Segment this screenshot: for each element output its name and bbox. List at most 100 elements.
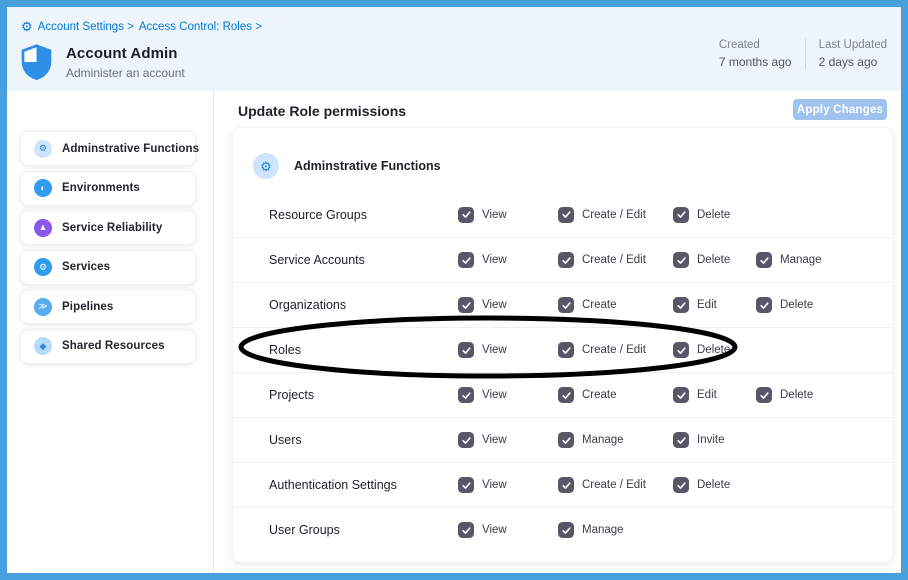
permission-label: Create xyxy=(582,299,617,311)
permission-cell: Delete xyxy=(756,297,813,313)
role-meta: Created 7 months ago Last Updated 2 days… xyxy=(706,39,887,69)
resource-label: User Groups xyxy=(269,523,340,537)
checkbox-delete[interactable] xyxy=(673,342,689,358)
permission-row-projects: ProjectsViewCreateEditDelete xyxy=(233,372,892,417)
permission-label: View xyxy=(482,299,507,311)
checkbox-edit[interactable] xyxy=(673,387,689,403)
check-icon xyxy=(461,390,472,401)
checkbox-manage[interactable] xyxy=(756,252,772,268)
permission-label: Delete xyxy=(697,209,730,221)
check-icon xyxy=(561,480,572,491)
checkbox-delete[interactable] xyxy=(756,297,772,313)
page-frame: ⚙ Account Settings > Access Control: Rol… xyxy=(0,0,908,580)
resource-label: Resource Groups xyxy=(269,208,367,222)
permission-label: Manage xyxy=(582,524,624,536)
checkbox-invite[interactable] xyxy=(673,432,689,448)
checkbox-create-edit[interactable] xyxy=(558,342,574,358)
sidebar-item-environments[interactable]: ◐Environments xyxy=(20,171,196,206)
section-header: ⚙ Adminstrative Functions xyxy=(253,153,441,179)
sidebar-item-service-reliability[interactable]: ▲Service Reliability xyxy=(20,210,196,245)
last-updated-label: Last Updated xyxy=(819,39,887,51)
permission-rows: Resource Groups View Create / Edit Delete Se… xyxy=(233,192,892,552)
permission-label: Create / Edit xyxy=(582,209,646,221)
permission-cell: Manage xyxy=(558,432,624,448)
checkbox-view[interactable] xyxy=(458,432,474,448)
checkbox-create-edit[interactable] xyxy=(558,207,574,223)
checkbox-create-edit[interactable] xyxy=(558,252,574,268)
created-value: 7 months ago xyxy=(719,55,792,69)
permission-cell: Create xyxy=(558,387,617,403)
permission-cell: Delete xyxy=(756,387,813,403)
permission-label: View xyxy=(482,209,507,221)
permission-cell: Create / Edit xyxy=(558,252,646,268)
role-shield-icon xyxy=(20,44,53,80)
check-icon xyxy=(676,209,687,220)
role-title-block: Account Admin Administer an account xyxy=(20,44,185,80)
checkbox-view[interactable] xyxy=(458,477,474,493)
permission-cell: Manage xyxy=(756,252,822,268)
check-icon xyxy=(676,480,687,491)
check-icon xyxy=(561,390,572,401)
checkbox-view[interactable] xyxy=(458,297,474,313)
check-icon xyxy=(676,300,687,311)
checkbox-edit[interactable] xyxy=(673,297,689,313)
page-subtitle: Administer an account xyxy=(66,66,185,80)
services-icon: ⚙ xyxy=(34,258,52,276)
checkbox-view[interactable] xyxy=(458,387,474,403)
check-icon xyxy=(461,209,472,220)
permission-label: View xyxy=(482,344,507,356)
created-label: Created xyxy=(719,39,792,51)
permission-cell: Edit xyxy=(673,387,717,403)
sidebar-item-shared-resources[interactable]: ◆Shared Resources xyxy=(20,329,196,364)
page-header: ⚙ Account Settings > Access Control: Rol… xyxy=(7,7,901,91)
permission-cell: Edit xyxy=(673,297,717,313)
check-icon xyxy=(561,435,572,446)
check-icon xyxy=(759,255,770,266)
sidebar-item-adminstrative-functions[interactable]: ⚙ Adminstrative Functions xyxy=(20,131,196,166)
permission-label: Edit xyxy=(697,389,717,401)
checkbox-view[interactable] xyxy=(458,252,474,268)
checkbox-delete[interactable] xyxy=(673,477,689,493)
permission-label: Manage xyxy=(780,254,822,266)
permission-row-resource-groups: Resource Groups View Create / Edit Delete xyxy=(233,192,892,237)
permission-label: Create / Edit xyxy=(582,254,646,266)
permission-cell: Create / Edit xyxy=(558,207,646,223)
permission-label: Delete xyxy=(697,479,730,491)
permission-label: Delete xyxy=(697,254,730,266)
checkbox-manage[interactable] xyxy=(558,432,574,448)
permission-cell: View xyxy=(458,342,507,358)
checkbox-create[interactable] xyxy=(558,297,574,313)
permission-cell: View xyxy=(458,207,507,223)
sidebar-item-services[interactable]: ⚙Services xyxy=(20,250,196,285)
sidebar-item-label: Adminstrative Functions xyxy=(62,143,199,155)
check-icon xyxy=(759,300,770,311)
checkbox-delete[interactable] xyxy=(756,387,772,403)
breadcrumb-link-access-control-roles[interactable]: Access Control: Roles > xyxy=(139,21,262,33)
resource-label: Service Accounts xyxy=(269,253,365,267)
breadcrumb-link-account-settings[interactable]: Account Settings > xyxy=(38,21,134,33)
checkbox-view[interactable] xyxy=(458,342,474,358)
permission-label: Delete xyxy=(780,299,813,311)
checkbox-create-edit[interactable] xyxy=(558,477,574,493)
checkbox-view[interactable] xyxy=(458,207,474,223)
checkbox-delete[interactable] xyxy=(673,252,689,268)
checkbox-delete[interactable] xyxy=(673,207,689,223)
update-role-permissions-title: Update Role permissions xyxy=(238,103,406,119)
permission-cell: View xyxy=(458,432,507,448)
permission-label: Create xyxy=(582,389,617,401)
gear-icon: ⚙ xyxy=(253,153,279,179)
permission-label: Edit xyxy=(697,299,717,311)
permission-cell: Create / Edit xyxy=(558,342,646,358)
checkbox-create[interactable] xyxy=(558,387,574,403)
pipelines-icon: ≫ xyxy=(34,298,52,316)
sidebar-item-label: Environments xyxy=(62,182,140,194)
apply-changes-button[interactable]: Apply Changes xyxy=(793,99,887,120)
permission-row-roles: RolesViewCreate / EditDelete xyxy=(233,327,892,372)
check-icon xyxy=(461,255,472,266)
checkbox-view[interactable] xyxy=(458,522,474,538)
permission-row-organizations: OrganizationsViewCreateEditDelete xyxy=(233,282,892,327)
checkbox-manage[interactable] xyxy=(558,522,574,538)
sidebar-item-pipelines[interactable]: ≫Pipelines xyxy=(20,289,196,324)
permission-cell: View xyxy=(458,252,507,268)
gear-icon: ⚙ xyxy=(34,140,52,158)
